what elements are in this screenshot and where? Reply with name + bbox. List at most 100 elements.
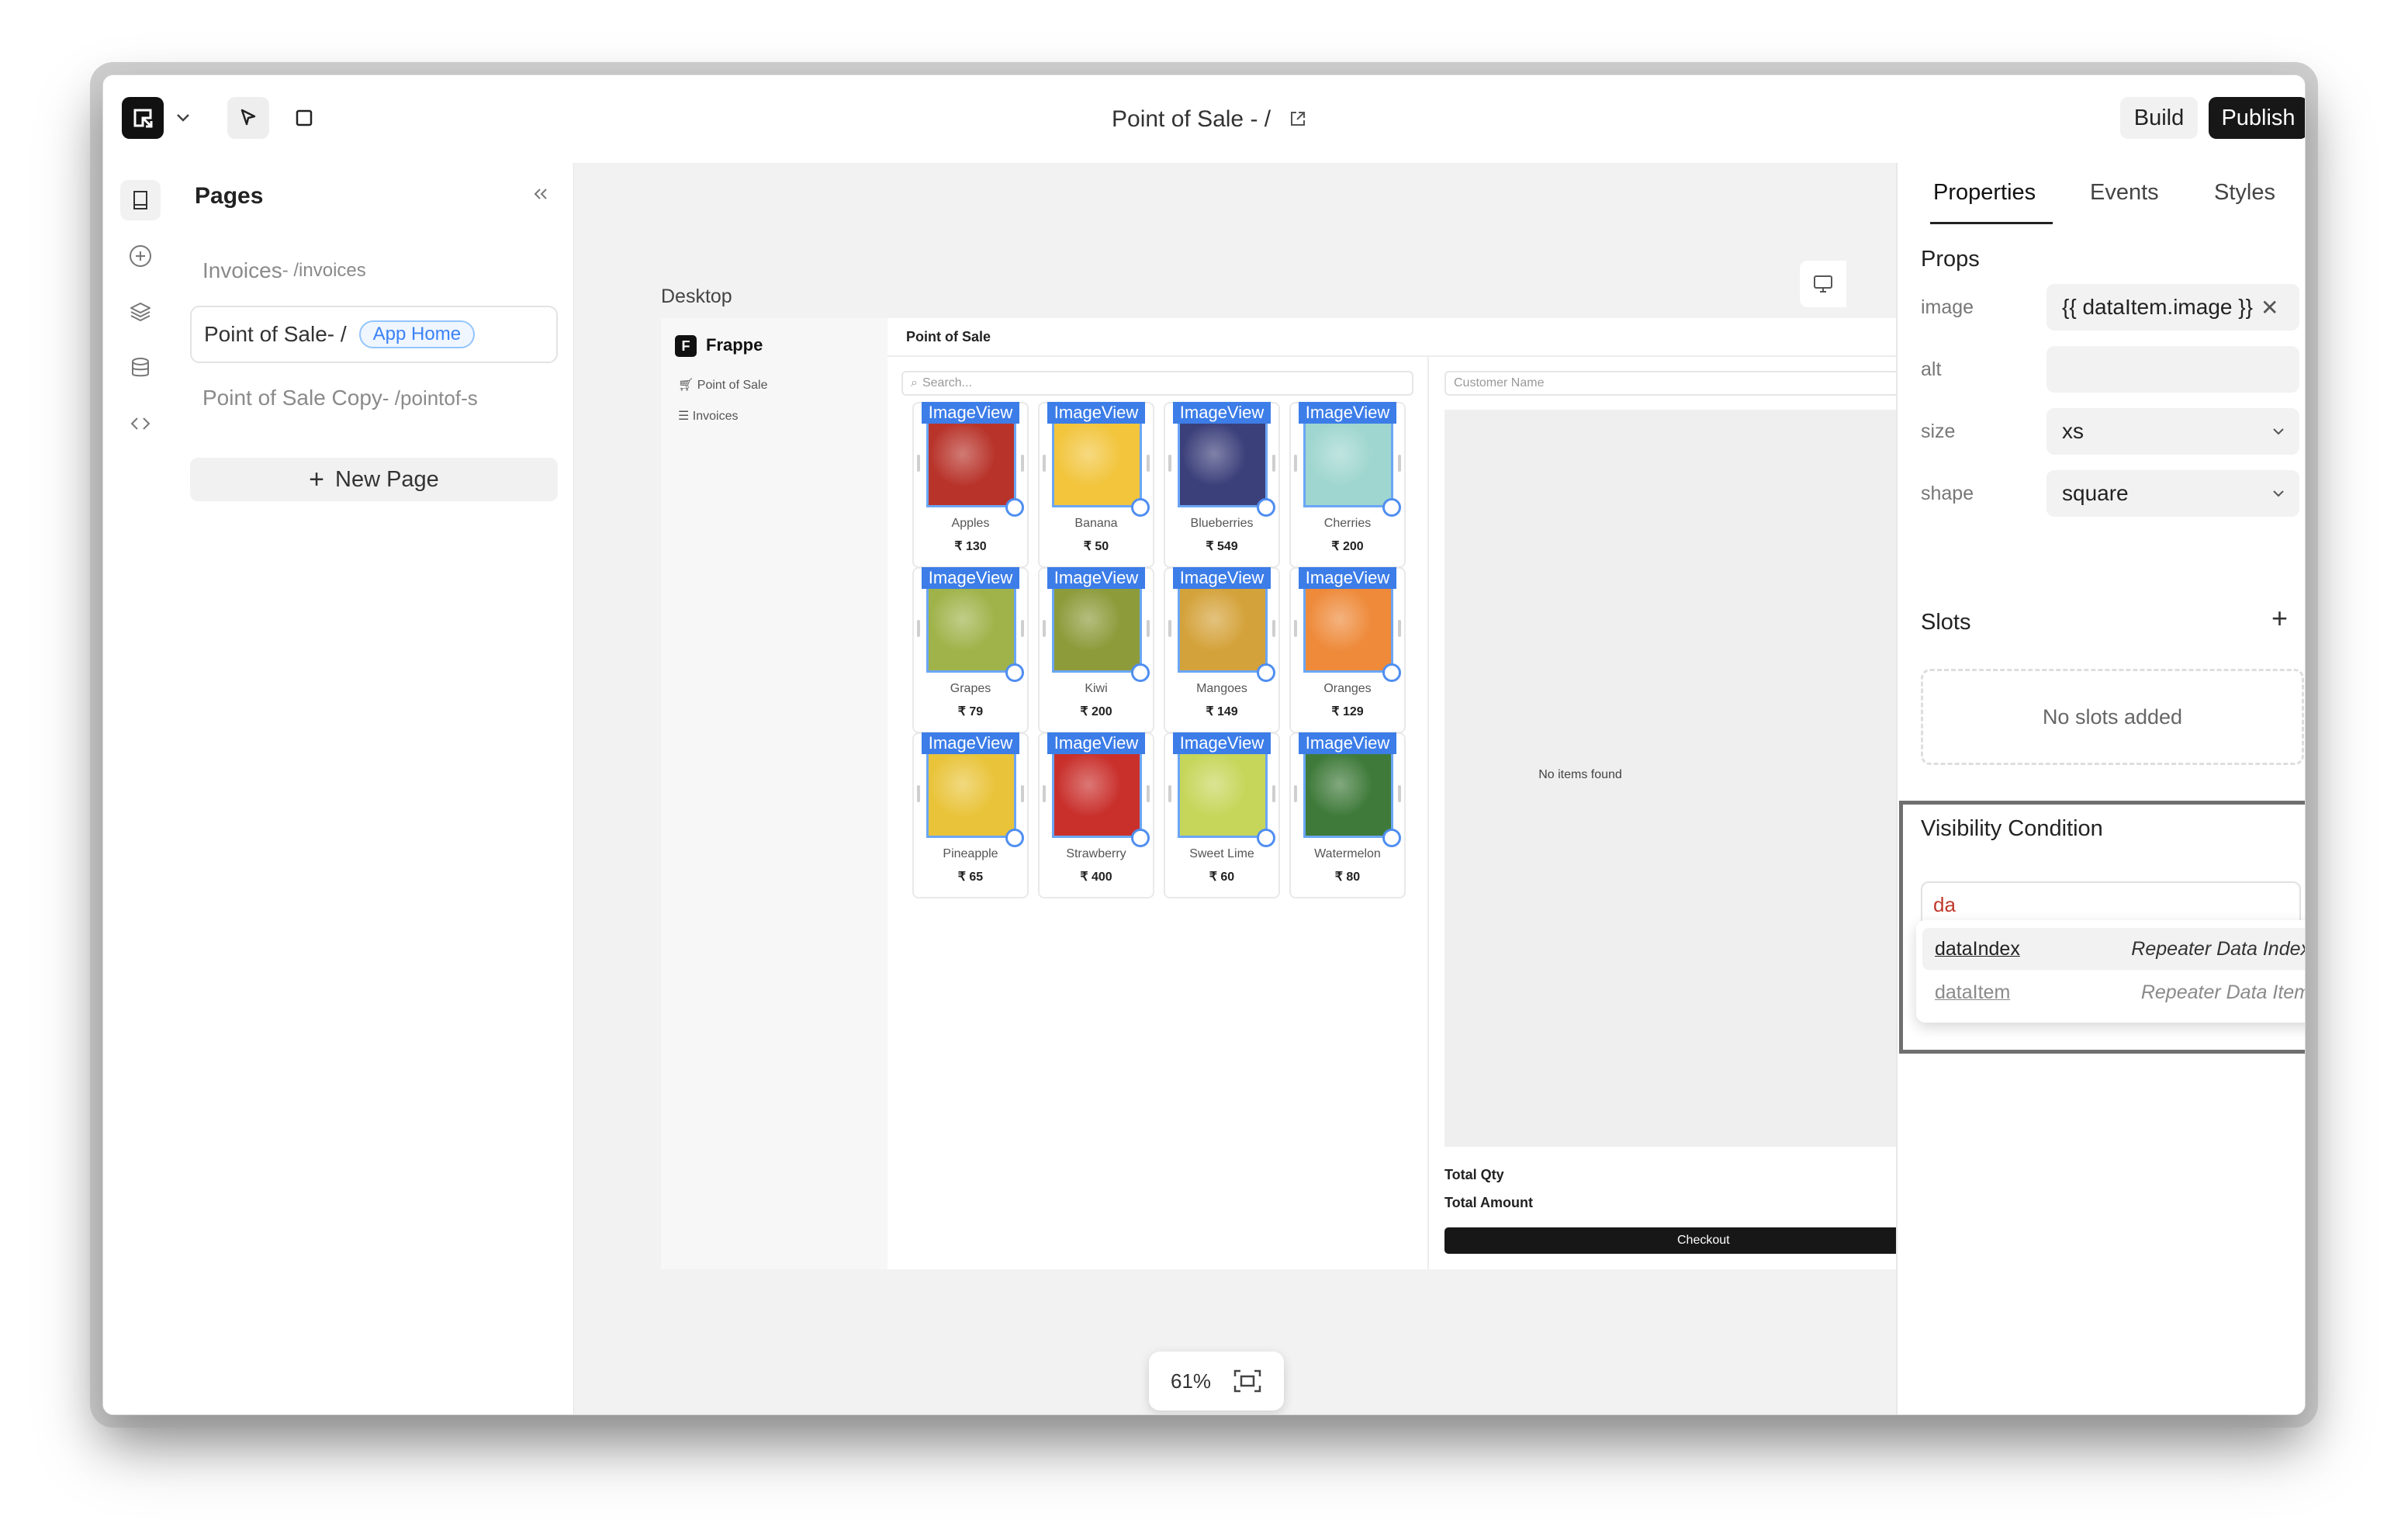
publish-button[interactable]: Publish — [2209, 97, 2305, 139]
resize-handle[interactable] — [1398, 620, 1401, 637]
product-image[interactable] — [1303, 417, 1393, 507]
product-image[interactable] — [926, 748, 1016, 838]
product-image[interactable] — [1303, 583, 1393, 673]
product-card[interactable]: ImageView Grapes ₹ 79 — [912, 567, 1029, 733]
monitor-icon — [1814, 275, 1832, 292]
tab-events[interactable]: Events — [2090, 180, 2159, 206]
shape-select[interactable]: square — [2046, 470, 2299, 517]
resize-handle[interactable] — [1294, 785, 1297, 802]
product-image[interactable] — [1178, 748, 1268, 838]
device-toggle-button[interactable] — [1800, 261, 1846, 307]
pages-tab-button[interactable] — [120, 180, 161, 220]
tab-properties[interactable]: Properties — [1933, 180, 2036, 206]
product-card[interactable]: ImageView Pineapple ₹ 65 — [912, 732, 1029, 898]
product-image[interactable] — [1303, 748, 1393, 838]
resize-handle[interactable] — [1021, 620, 1024, 637]
new-page-button[interactable]: + New Page — [190, 458, 558, 501]
resize-handle[interactable] — [1398, 785, 1401, 802]
checkout-button[interactable]: Checkout — [1444, 1227, 1896, 1254]
external-link-icon[interactable] — [1288, 109, 1308, 129]
product-card[interactable]: ImageView Strawberry ₹ 400 — [1038, 732, 1154, 898]
page-item-invoices[interactable]: Invoices - /invoices — [190, 242, 558, 299]
product-image[interactable] — [1178, 583, 1268, 673]
resize-knob[interactable] — [1257, 663, 1275, 682]
product-image[interactable] — [926, 583, 1016, 673]
resize-knob[interactable] — [1382, 829, 1401, 847]
product-card[interactable]: ImageView Watermelon ₹ 80 — [1289, 732, 1406, 898]
desktop-frame[interactable]: F Frappe 🛒︎ Point of Sale ☰ Invoices Poi… — [661, 318, 1896, 1269]
resize-knob[interactable] — [1005, 829, 1024, 847]
resize-handle[interactable] — [1272, 620, 1275, 637]
resize-handle[interactable] — [1294, 455, 1297, 472]
product-card[interactable]: ImageView Blueberries ₹ 549 — [1164, 402, 1280, 568]
image-prop-field[interactable]: {{ dataItem.image }} ✕ — [2046, 284, 2299, 331]
product-card[interactable]: ImageView Mangoes ₹ 149 — [1164, 567, 1280, 733]
frame-tool-button[interactable] — [283, 97, 325, 139]
resize-handle[interactable] — [917, 455, 920, 472]
resize-handle[interactable] — [1147, 620, 1150, 637]
alt-prop-field[interactable] — [2046, 346, 2299, 393]
layers-button[interactable] — [120, 292, 161, 332]
logo-menu-chevron-icon[interactable] — [171, 106, 195, 130]
product-image[interactable] — [926, 417, 1016, 507]
build-button[interactable]: Build — [2120, 97, 2198, 139]
customer-name-input[interactable]: Customer Name — [1444, 371, 1896, 396]
product-card[interactable]: ImageView Sweet Lime ₹ 60 — [1164, 732, 1280, 898]
resize-handle[interactable] — [1021, 455, 1024, 472]
resize-handle[interactable] — [1043, 455, 1046, 472]
resize-knob[interactable] — [1257, 829, 1275, 847]
resize-knob[interactable] — [1131, 498, 1150, 517]
product-card[interactable]: ImageView Kiwi ₹ 200 — [1038, 567, 1154, 733]
add-slot-icon[interactable]: + — [2271, 602, 2288, 635]
resize-handle[interactable] — [1294, 620, 1297, 637]
resize-handle[interactable] — [1398, 455, 1401, 472]
product-card[interactable]: ImageView Cherries ₹ 200 — [1289, 402, 1406, 568]
resize-handle[interactable] — [917, 785, 920, 802]
clear-icon[interactable]: ✕ — [2261, 295, 2278, 320]
tab-styles[interactable]: Styles — [2214, 180, 2275, 206]
page-item-route: - / — [327, 322, 347, 346]
add-component-button[interactable] — [120, 236, 161, 276]
resize-handle[interactable] — [1272, 785, 1275, 802]
select-tool-button[interactable] — [227, 97, 269, 139]
collapse-panel-icon[interactable] — [527, 180, 555, 208]
resize-knob[interactable] — [1382, 663, 1401, 682]
suggestion-dataitem[interactable]: dataItem Repeater Data Item — [1922, 971, 2305, 1013]
resize-handle[interactable] — [1168, 785, 1171, 802]
resize-handle[interactable] — [1043, 785, 1046, 802]
product-card[interactable]: ImageView Banana ₹ 50 — [1038, 402, 1154, 568]
page-item-point-of-sale-copy[interactable]: Point of Sale Copy - /pointof-s — [190, 369, 558, 427]
resize-knob[interactable] — [1131, 829, 1150, 847]
zoom-level[interactable]: 61% — [1171, 1369, 1211, 1393]
resize-handle[interactable] — [1043, 620, 1046, 637]
resize-handle[interactable] — [917, 620, 920, 637]
resize-handle[interactable] — [1021, 785, 1024, 802]
suggestion-dataindex[interactable]: dataIndex Repeater Data Index — [1922, 928, 2305, 970]
editor-canvas[interactable]: Desktop F Frappe 🛒︎ Point of Sale ☰ Invo… — [574, 163, 1896, 1414]
resize-knob[interactable] — [1005, 498, 1024, 517]
resize-knob[interactable] — [1131, 663, 1150, 682]
page-item-point-of-sale[interactable]: Point of Sale - / App Home — [190, 306, 558, 363]
app-logo-button[interactable] — [122, 97, 164, 139]
resize-handle[interactable] — [1147, 455, 1150, 472]
resize-handle[interactable] — [1168, 620, 1171, 637]
resize-knob[interactable] — [1257, 498, 1275, 517]
size-select[interactable]: xs — [2046, 408, 2299, 455]
app-nav-point-of-sale[interactable]: 🛒︎ Point of Sale — [678, 377, 768, 393]
resize-knob[interactable] — [1005, 663, 1024, 682]
resize-handle[interactable] — [1272, 455, 1275, 472]
data-sources-button[interactable] — [120, 348, 161, 388]
product-card[interactable]: ImageView Apples ₹ 130 — [912, 402, 1029, 568]
app-nav-invoices[interactable]: ☰ Invoices — [678, 408, 739, 424]
resize-handle[interactable] — [1168, 455, 1171, 472]
product-image[interactable] — [1178, 417, 1268, 507]
product-image[interactable] — [1052, 748, 1142, 838]
fit-to-screen-icon[interactable] — [1233, 1369, 1262, 1393]
product-image[interactable] — [1052, 417, 1142, 507]
resize-handle[interactable] — [1147, 785, 1150, 802]
product-search-input[interactable]: ⌕ Search... — [901, 371, 1413, 396]
product-card[interactable]: ImageView Oranges ₹ 129 — [1289, 567, 1406, 733]
resize-knob[interactable] — [1382, 498, 1401, 517]
code-button[interactable] — [120, 403, 161, 444]
product-image[interactable] — [1052, 583, 1142, 673]
